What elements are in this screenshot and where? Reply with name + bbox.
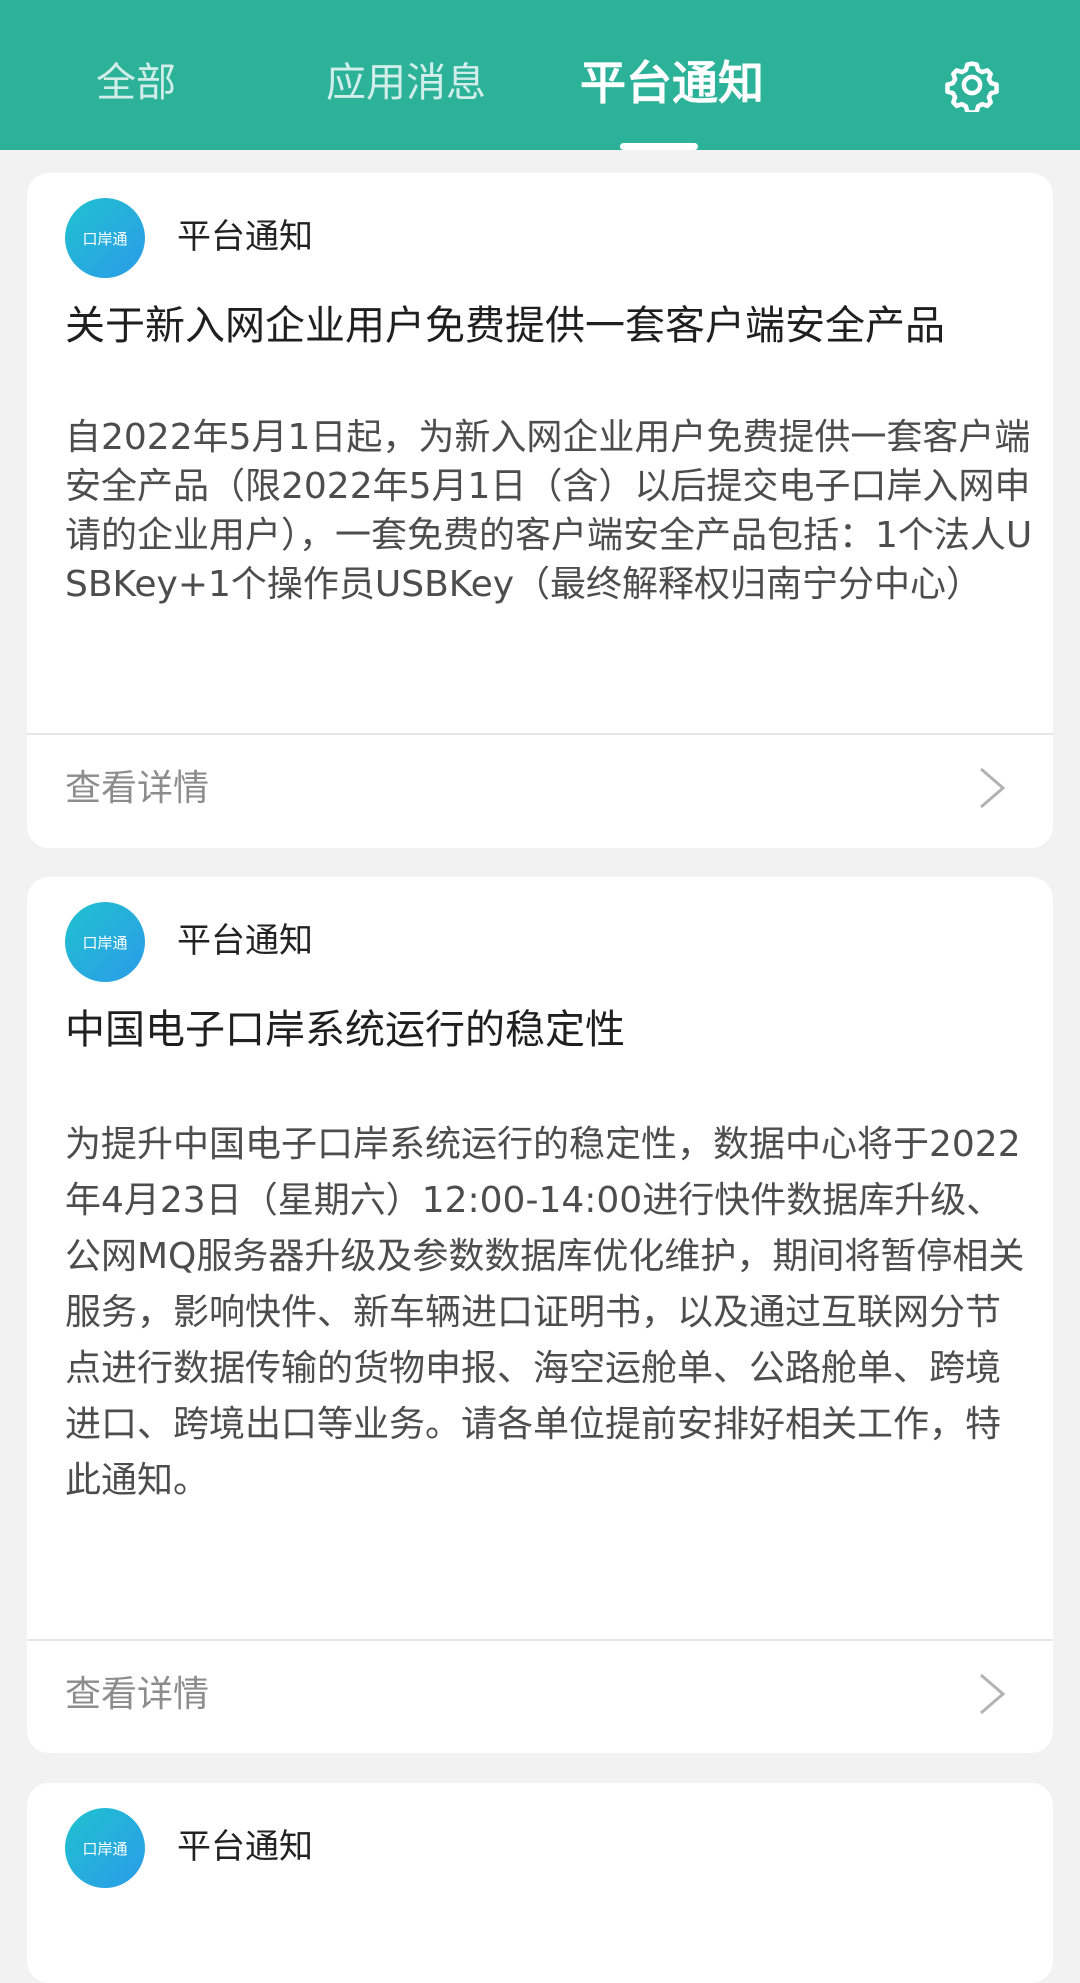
- notification-card[interactable]: 口岸通 平台通知 中国电子口岸系统运行的稳定性 为提升中国电子口岸系统运行的稳定…: [27, 877, 1053, 1753]
- kouantong-logo-icon: 口岸通: [82, 934, 127, 952]
- notification-source: 平台通知: [177, 217, 313, 257]
- notification-title: 中国电子口岸系统运行的稳定性: [65, 1007, 625, 1053]
- chevron-right-icon: [980, 1673, 1006, 1715]
- view-details-label: 查看详情: [65, 768, 210, 809]
- view-details-row[interactable]: 查看详情: [27, 1641, 1053, 1753]
- gear-icon[interactable]: [945, 58, 999, 112]
- kouantong-logo-icon: 口岸通: [82, 1840, 127, 1858]
- notification-title: 关于新入网企业用户免费提供一套客户端安全产品: [65, 303, 945, 349]
- notification-source: 平台通知: [177, 1827, 313, 1867]
- source-avatar: 口岸通: [65, 198, 145, 278]
- tab-app-messages[interactable]: 应用消息: [326, 48, 486, 118]
- notification-card[interactable]: 口岸通 平台通知 关于新入网企业用户免费提供一套客户端安全产品 自2022年5月…: [27, 173, 1053, 848]
- top-tab-bar: 全部 应用消息 平台通知: [0, 0, 1080, 150]
- svg-text:口岸通: 口岸通: [82, 1840, 127, 1858]
- svg-text:口岸通: 口岸通: [82, 934, 127, 952]
- view-details-row[interactable]: 查看详情: [27, 735, 1053, 847]
- notification-body: 为提升中国电子口岸系统运行的稳定性，数据中心将于2022年4月23日（星期六）1…: [65, 1124, 1025, 1501]
- svg-text:口岸通: 口岸通: [82, 230, 127, 248]
- active-tab-indicator: [620, 143, 698, 150]
- tab-platform-notifications[interactable]: 平台通知: [580, 48, 764, 118]
- notification-card[interactable]: 口岸通 平台通知: [27, 1783, 1053, 1983]
- chevron-right-icon: [980, 767, 1006, 809]
- notification-source: 平台通知: [177, 921, 313, 961]
- notification-body: 自2022年5月1日起，为新入网企业用户免费提供一套客户端安全产品（限2022年…: [65, 417, 1033, 605]
- view-details-label: 查看详情: [65, 1674, 210, 1715]
- tab-all[interactable]: 全部: [96, 48, 176, 118]
- source-avatar: 口岸通: [65, 1808, 145, 1888]
- kouantong-logo-icon: 口岸通: [82, 230, 127, 248]
- source-avatar: 口岸通: [65, 902, 145, 982]
